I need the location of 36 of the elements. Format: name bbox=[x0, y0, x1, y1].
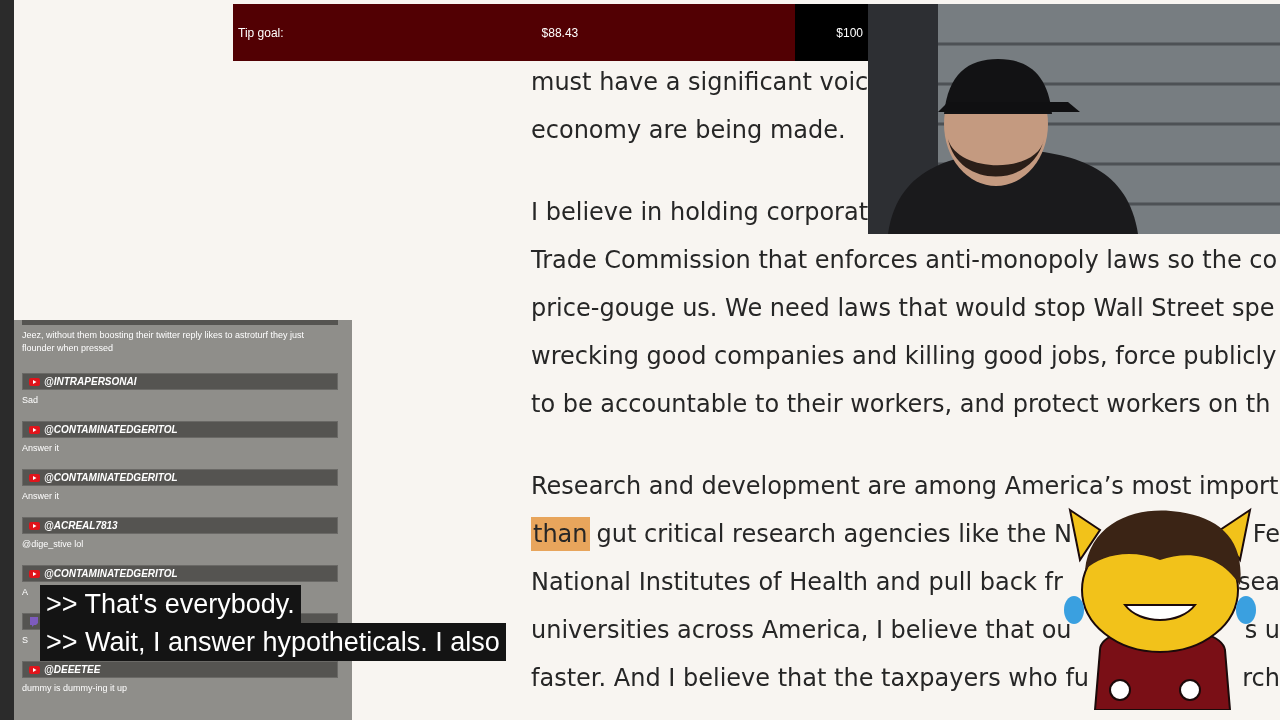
chat-author: @CONTAMINATEDGERITOL bbox=[44, 568, 178, 579]
article-text: Research and development are among America’s most import bbox=[531, 471, 1279, 502]
chat-message: Jeez, without them boosting their twitter reply likes to astroturf they just flounder when pressed bbox=[22, 329, 306, 355]
article-text: I believe in holding corporat bbox=[531, 197, 869, 228]
chat-message: Answer it bbox=[22, 442, 59, 455]
goal-label: Tip goal: bbox=[238, 25, 284, 40]
goal-amount: $88.43 bbox=[541, 25, 579, 40]
chat-message: Sad bbox=[22, 394, 38, 407]
article-text: Fe bbox=[1252, 519, 1280, 550]
chat-author: @CONTAMINATEDGERITOL bbox=[44, 472, 178, 483]
article-text: gut critical research agencies like the N bbox=[596, 519, 1072, 550]
article-text: universities across America, I believe that ou bbox=[531, 615, 1072, 646]
article-text: s u bbox=[1244, 615, 1280, 646]
chat-author: @DEEETEE bbox=[44, 664, 101, 675]
article-text: sea bbox=[1238, 567, 1280, 598]
article-text: rch bbox=[1242, 663, 1280, 694]
chat-message: @dige_stive lol bbox=[22, 538, 84, 551]
chat-message: dummy is dummy-ing it up bbox=[22, 682, 128, 695]
article-text: to be accountable to their workers, and protect workers on th bbox=[531, 389, 1271, 420]
chat-message: Answer it bbox=[22, 490, 59, 503]
caption-text: >> Wait, I answer hypotheticals. I also bbox=[40, 623, 506, 661]
highlighted-word: than bbox=[531, 517, 590, 551]
article-text: faster. And I believe that the taxpayers who fu bbox=[531, 663, 1090, 694]
chat-author: @CONTAMINATEDGERITOL bbox=[44, 424, 178, 435]
article-text: price-gouge us. We need laws that would stop Wall Street spe bbox=[531, 293, 1275, 324]
chat-author: @ACREAL7813 bbox=[44, 520, 118, 531]
chat-author: @INTRAPERSONAI bbox=[44, 376, 137, 387]
article-text: wrecking good companies and killing good jobs, force publicly bbox=[531, 341, 1277, 372]
article-text: Trade Commission that enforces anti-monopoly laws so the co bbox=[531, 245, 1278, 276]
article-text: must have a significant voic bbox=[531, 67, 869, 98]
chat-message: A bbox=[22, 586, 28, 599]
chat-message: S bbox=[22, 634, 28, 647]
goal-target: $100 bbox=[836, 25, 863, 40]
caption-text: >> That's everybody. bbox=[40, 585, 301, 623]
article-text: economy are being made. bbox=[531, 115, 846, 146]
article-text: National Institutes of Health and pull back fr bbox=[531, 567, 1063, 598]
